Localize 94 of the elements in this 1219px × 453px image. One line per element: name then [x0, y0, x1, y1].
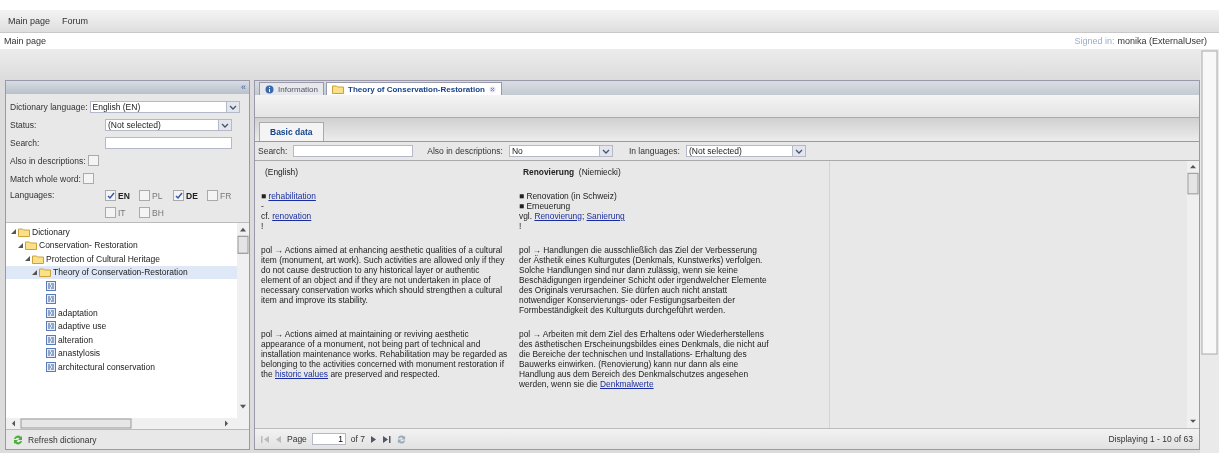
also-in-descriptions-dropdown[interactable]: No: [508, 145, 613, 157]
folder-icon: [25, 240, 37, 251]
tree-item[interactable]: Theory of Conservation-Restoration: [6, 265, 237, 279]
language-code: BH: [152, 207, 164, 218]
field-label: Match whole word:: [10, 173, 81, 184]
term-link[interactable]: historic values: [275, 369, 329, 379]
nav-link[interactable]: Main page: [8, 16, 51, 26]
dropdown-arrow-icon[interactable]: [218, 119, 231, 130]
collapse-button[interactable]: «: [238, 81, 249, 94]
document-icon: [46, 280, 56, 291]
language-code: DE: [186, 190, 198, 201]
entry-text: ■ rehabilitation - cf. renovation !: [261, 191, 317, 231]
user-name: monika (ExternalUser): [1117, 36, 1207, 46]
document-icon: [46, 321, 56, 332]
tree-item[interactable]: adaptation: [6, 306, 237, 320]
expanded-triangle-icon[interactable]: [11, 229, 16, 235]
term-link[interactable]: Denkmalwerte: [600, 379, 654, 389]
first-page-icon[interactable]: [261, 434, 270, 444]
tab[interactable]: Theory of Conservation-Restoration: [326, 82, 502, 95]
expanded-triangle-icon[interactable]: [25, 256, 30, 262]
page-scrollbar[interactable]: [1200, 49, 1219, 453]
language-code: PL: [152, 190, 163, 201]
language-code: FR: [220, 190, 232, 201]
search-field[interactable]: [105, 136, 232, 149]
checkbox[interactable]: [82, 173, 94, 184]
language-dropdown[interactable]: English (EN): [89, 100, 240, 113]
tree-item[interactable]: anastylosis: [6, 346, 237, 360]
nav-link[interactable]: Forum: [62, 16, 89, 26]
last-page-icon[interactable]: [382, 434, 392, 444]
refresh-icon[interactable]: [396, 433, 408, 445]
field-label: Search:: [258, 146, 288, 156]
close-icon[interactable]: [488, 85, 496, 93]
field-label: Search:: [10, 137, 41, 148]
checkbox[interactable]: [139, 207, 150, 218]
refresh-dictionary-button[interactable]: Refresh dictionary: [10, 433, 99, 446]
language-code: IT: [118, 207, 126, 218]
term-link[interactable]: rehabilitation: [268, 191, 316, 201]
entry-text: pol → Arbeiten mit dem Ziel des Erhaltens oder Wiederherstellens des ästhetischen Erscheinungsbildes eines Denkmals, die nicht auf die Bereiche der technischen und Installations- Erhaltung des Bauwerks einwirken. (Renovierung) kann nur dann als eine Handlung aus dem Bereich des Denkmalschutzes angesehen werden, wenn sie die Denkmalwerte: [519, 329, 769, 389]
tab[interactable]: Basic data: [259, 122, 324, 141]
refresh-icon: [12, 433, 24, 446]
field-label: Dictionary language:: [10, 101, 88, 112]
checkbox[interactable]: [105, 190, 116, 201]
tree-item[interactable]: alteration: [6, 333, 237, 347]
page-label: Page: [287, 434, 307, 444]
field-label: In languages:: [628, 146, 680, 156]
dropdown-arrow-icon[interactable]: [225, 101, 239, 112]
document-icon: [46, 361, 56, 372]
field-label: Languages:: [10, 190, 56, 200]
tree-item[interactable]: Dictionary: [6, 225, 237, 239]
horizontal-scrollbar[interactable]: [6, 418, 237, 429]
languages-dropdown[interactable]: (Not selected): [685, 145, 806, 157]
language-code: EN: [118, 190, 130, 201]
checkbox[interactable]: [207, 190, 218, 201]
document-icon: [46, 307, 56, 318]
tree-item[interactable]: Protection of Cultural Heritage: [6, 252, 237, 266]
folder-icon: [39, 267, 51, 278]
tab[interactable]: Information: [259, 82, 325, 95]
entry-heading: Renovierung (Niemiecki): [522, 167, 622, 177]
signed-in-label: Signed in:: [1074, 36, 1115, 46]
status-dropdown[interactable]: (Not selected): [105, 118, 232, 131]
field-label: Status:: [10, 119, 38, 130]
document-icon: [46, 334, 56, 345]
checkbox[interactable]: [173, 190, 184, 201]
expanded-triangle-icon[interactable]: [18, 242, 23, 248]
term-link[interactable]: Sanierung: [586, 211, 625, 221]
search-field[interactable]: [293, 145, 414, 157]
term-link[interactable]: renovation: [272, 211, 312, 221]
checkbox[interactable]: [87, 155, 99, 166]
scrollbar[interactable]: [1187, 161, 1199, 428]
page-count: of 7: [350, 434, 366, 444]
tree-item[interactable]: Conservation- Restoration: [6, 238, 237, 252]
page-field[interactable]: 1: [311, 433, 346, 445]
entry-heading: (English): [264, 167, 300, 177]
entry-text: pol → Actions aimed at enhancing aesthetic qualities of a cultural item (monument, art work). Such activities are allowed only if they do not cause destruction to any historical layer or authentic element of an object and if they are not undertaken in place of necessary conservation works which should strengthen a cultural item and improve its stability.: [261, 245, 506, 307]
tree-item[interactable]: architectural conservation: [6, 360, 237, 374]
expanded-triangle-icon[interactable]: [32, 269, 37, 275]
breadcrumb: Main page: [4, 36, 47, 46]
next-page-icon[interactable]: [370, 434, 378, 444]
previous-page-icon[interactable]: [275, 434, 282, 444]
checkbox[interactable]: [105, 207, 116, 218]
paging-status: Displaying 1 - 10 of 63: [1108, 434, 1193, 444]
entry-text: ■ Renovation (in Schweiz) ■ Erneuerung vgl. Renovierung; Sanierung !: [519, 191, 626, 231]
folder-icon: [18, 226, 30, 237]
checkbox[interactable]: [139, 190, 150, 201]
document-icon: [46, 348, 56, 359]
tree-item[interactable]: adaptive use: [6, 319, 237, 333]
entry-text: pol → Actions aimed at maintaining or reviving aesthetic appearance of a monument, not being part of technical and installation maintenance works. Rehabilitation may be regarded as belonging to the activities concerned with monument restoration if the historic values are preserved and respected.: [261, 329, 509, 381]
term-link[interactable]: Renovierung: [534, 211, 582, 221]
field-label: Also in descriptions:: [10, 155, 86, 166]
document-icon: [46, 294, 56, 305]
entry-text: pol → Handlungen die ausschließlich das Ziel der Verbesserung der Ästhetik eines Kulturgutes (Denkmals, Kunstwerks) verfolgen. Solche Handlungen sind nur dann zulässig, wenn sie keine Beschädigungen irgendeiner Schicht oder irgendwelcher Elemente des Originals verursachen. Sie dürfen auch nicht anstatt notwendiger Konservierungs- oder Festigungsarbeiten der Formbeständigkeit des Kulturguts durchgeführt werden.: [519, 245, 768, 315]
info-icon: [265, 84, 274, 94]
field-label: Also in descriptions:: [427, 146, 503, 156]
scrollbar[interactable]: [237, 223, 249, 429]
